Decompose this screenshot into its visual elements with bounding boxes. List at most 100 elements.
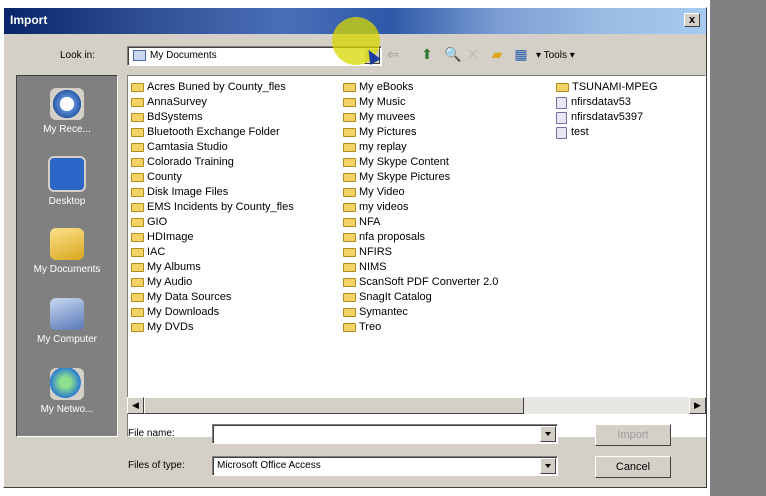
file-list-item[interactable]: my videos: [343, 200, 498, 215]
file-list-item-label: nfirsdatav53: [571, 96, 631, 108]
folder-icon: [133, 50, 146, 61]
folder-icon: [343, 113, 356, 122]
place-recent[interactable]: My Rece...: [17, 88, 117, 135]
file-list-item[interactable]: My Pictures: [343, 125, 498, 140]
file-list-item-label: My Downloads: [147, 306, 220, 318]
files-of-type-dropdown-button[interactable]: [540, 458, 556, 474]
place-label: My Computer: [36, 334, 97, 345]
file-list-item[interactable]: My Skype Content: [343, 155, 498, 170]
file-list-item[interactable]: HDImage: [131, 230, 294, 245]
horizontal-scrollbar[interactable]: ◀ ▶: [127, 397, 706, 414]
file-list-item-label: Disk Image Files: [147, 186, 229, 198]
file-list-item-label: My Video: [359, 186, 405, 198]
file-list-item-label: My Pictures: [359, 126, 417, 138]
file-list-item[interactable]: Camtasia Studio: [131, 140, 294, 155]
files-of-type-dropdown[interactable]: Microsoft Office Access: [212, 456, 558, 476]
file-list-item[interactable]: IAC: [131, 245, 294, 260]
file-list-item-label: NFIRS: [359, 246, 392, 258]
file-list-item[interactable]: Treo: [343, 320, 498, 335]
file-list-item[interactable]: Disk Image Files: [131, 185, 294, 200]
folder-icon: [343, 173, 356, 182]
my-computer-icon: [50, 298, 84, 330]
place-my-documents[interactable]: My Documents: [17, 228, 117, 275]
folder-icon: [343, 188, 356, 197]
up-folder-icon[interactable]: ⬆: [419, 46, 435, 62]
scroll-right-button[interactable]: ▶: [689, 397, 706, 414]
file-list-item-label: My Music: [359, 96, 406, 108]
file-list-item[interactable]: EMS Incidents by County_fles: [131, 200, 294, 215]
file-list-item-label: My Albums: [147, 261, 201, 273]
folder-icon: [131, 158, 144, 167]
file-list-item-label: NIMS: [359, 261, 387, 273]
file-list-item[interactable]: ScanSoft PDF Converter 2.0: [343, 275, 498, 290]
folder-icon: [131, 308, 144, 317]
folder-icon: [131, 233, 144, 242]
file-list-item[interactable]: Bluetooth Exchange Folder: [131, 125, 294, 140]
files-of-type-value: Microsoft Office Access: [217, 460, 321, 471]
import-button[interactable]: Import: [595, 424, 671, 446]
tools-menu[interactable]: ▾ Tools ▾: [536, 50, 575, 61]
file-list-item[interactable]: GIO: [131, 215, 294, 230]
file-list-item[interactable]: My Skype Pictures: [343, 170, 498, 185]
file-list[interactable]: Acres Buned by County_fles AnnaSurvey BdSy…: [127, 75, 706, 437]
folder-icon: [131, 83, 144, 92]
file-list-item[interactable]: Symantec: [343, 305, 498, 320]
folder-icon: [343, 248, 356, 257]
scroll-thumb[interactable]: [144, 397, 524, 414]
file-list-item[interactable]: NFIRS: [343, 245, 498, 260]
desktop-icon: [48, 156, 86, 192]
file-list-item[interactable]: SnagIt Catalog: [343, 290, 498, 305]
file-list-item[interactable]: My muvees: [343, 110, 498, 125]
file-list-item-label: Acres Buned by County_fles: [147, 81, 286, 93]
file-list-item[interactable]: Acres Buned by County_fles: [131, 80, 294, 95]
new-folder-icon[interactable]: ▰: [489, 46, 505, 62]
file-name-input[interactable]: [212, 424, 558, 444]
cancel-button[interactable]: Cancel: [595, 456, 671, 478]
file-list-item-label: County: [147, 171, 182, 183]
place-desktop[interactable]: Desktop: [17, 156, 117, 207]
file-list-item[interactable]: AnnaSurvey: [131, 95, 294, 110]
file-list-item[interactable]: My Data Sources: [131, 290, 294, 305]
file-list-item[interactable]: nfa proposals: [343, 230, 498, 245]
file-list-item[interactable]: nfirsdatav53: [556, 95, 658, 110]
file-list-item[interactable]: nfirsdatav5397: [556, 110, 658, 125]
folder-icon: [131, 218, 144, 227]
look-in-label: Look in:: [60, 50, 96, 61]
file-list-item[interactable]: TSUNAMI-MPEG: [556, 80, 658, 95]
folder-icon: [131, 323, 144, 332]
look-in-value: My Documents: [150, 50, 217, 61]
close-button[interactable]: x: [684, 13, 700, 27]
file-list-item[interactable]: My Albums: [131, 260, 294, 275]
file-list-item[interactable]: My Video: [343, 185, 498, 200]
file-list-item-label: My Skype Content: [359, 156, 449, 168]
file-list-item[interactable]: test: [556, 125, 658, 140]
file-list-item[interactable]: My Audio: [131, 275, 294, 290]
file-list-item[interactable]: My Music: [343, 95, 498, 110]
views-icon[interactable]: ▦: [513, 46, 529, 62]
file-column-3: TSUNAMI-MPEG nfirsdatav53 nfirsdatav5397 te…: [556, 80, 658, 140]
back-icon[interactable]: ⇦: [385, 46, 401, 62]
file-list-item[interactable]: My eBooks: [343, 80, 498, 95]
file-list-item[interactable]: Colorado Training: [131, 155, 294, 170]
file-list-item-label: my replay: [359, 141, 407, 153]
search-web-icon[interactable]: 🔍: [444, 46, 461, 62]
file-list-item[interactable]: My DVDs: [131, 320, 294, 335]
folder-icon: [131, 143, 144, 152]
tools-label: Tools: [543, 50, 567, 61]
network-icon: [50, 368, 84, 400]
file-list-item-label: My eBooks: [359, 81, 414, 93]
file-list-item[interactable]: BdSystems: [131, 110, 294, 125]
file-list-item[interactable]: NIMS: [343, 260, 498, 275]
place-my-computer[interactable]: My Computer: [17, 298, 117, 345]
folder-icon: [131, 203, 144, 212]
scroll-left-button[interactable]: ◀: [127, 397, 144, 414]
file-list-item[interactable]: My Downloads: [131, 305, 294, 320]
delete-icon[interactable]: ✕: [465, 46, 481, 62]
file-list-item-label: Bluetooth Exchange Folder: [147, 126, 280, 138]
file-list-item[interactable]: my replay: [343, 140, 498, 155]
file-list-item[interactable]: County: [131, 170, 294, 185]
file-list-item[interactable]: NFA: [343, 215, 498, 230]
file-name-dropdown-button[interactable]: [540, 426, 556, 442]
folder-icon: [343, 218, 356, 227]
place-network[interactable]: My Netwo...: [17, 368, 117, 415]
